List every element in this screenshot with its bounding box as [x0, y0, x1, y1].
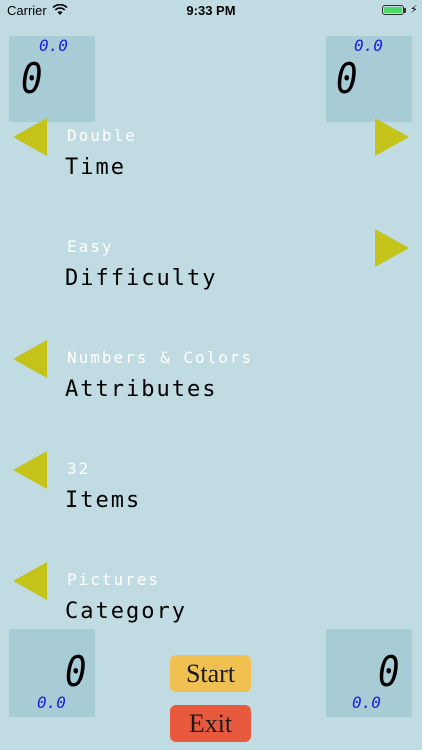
score-panel-bottom-right: 0 0.0: [326, 629, 412, 717]
difficulty-label: Difficulty: [65, 266, 218, 291]
score-sub-top-left: 0.0: [39, 36, 68, 55]
time-next-arrow[interactable]: [375, 118, 409, 156]
difficulty-value: Easy: [67, 237, 114, 256]
clock: 9:33 PM: [186, 3, 236, 18]
score-sub-bottom-left: 0.0: [37, 693, 66, 712]
score-sub-top-right: 0.0: [354, 36, 383, 55]
score-main-top-right: 0: [336, 54, 359, 103]
score-main-bottom-right: 0: [378, 647, 401, 696]
time-label: Time: [65, 155, 126, 180]
exit-button[interactable]: Exit: [170, 705, 251, 742]
difficulty-next-arrow[interactable]: [375, 229, 409, 267]
category-prev-arrow[interactable]: [13, 562, 47, 600]
attributes-value: Numbers & Colors: [67, 348, 254, 367]
start-button[interactable]: Start: [170, 655, 251, 692]
attributes-label: Attributes: [65, 377, 218, 402]
score-panel-top-right: 0.0 0: [326, 36, 412, 122]
time-prev-arrow[interactable]: [13, 118, 47, 156]
items-label: Items: [65, 488, 142, 513]
score-main-bottom-left: 0: [65, 647, 88, 696]
attributes-prev-arrow[interactable]: [13, 340, 47, 378]
score-panel-top-left: 0.0 0: [9, 36, 95, 122]
score-sub-bottom-right: 0.0: [352, 693, 381, 712]
items-value: 32: [67, 459, 91, 478]
score-main-top-left: 0: [21, 54, 44, 103]
category-label: Category: [65, 599, 187, 624]
status-bar: Carrier 9:33 PM ⚡: [0, 0, 422, 22]
battery-icon: [382, 5, 404, 15]
charging-icon: ⚡: [410, 3, 418, 16]
battery-tip: [404, 8, 406, 13]
score-panel-bottom-left: 0 0.0: [9, 629, 95, 717]
items-prev-arrow[interactable]: [13, 451, 47, 489]
time-value: Double: [67, 126, 137, 145]
category-value: Pictures: [67, 570, 161, 589]
